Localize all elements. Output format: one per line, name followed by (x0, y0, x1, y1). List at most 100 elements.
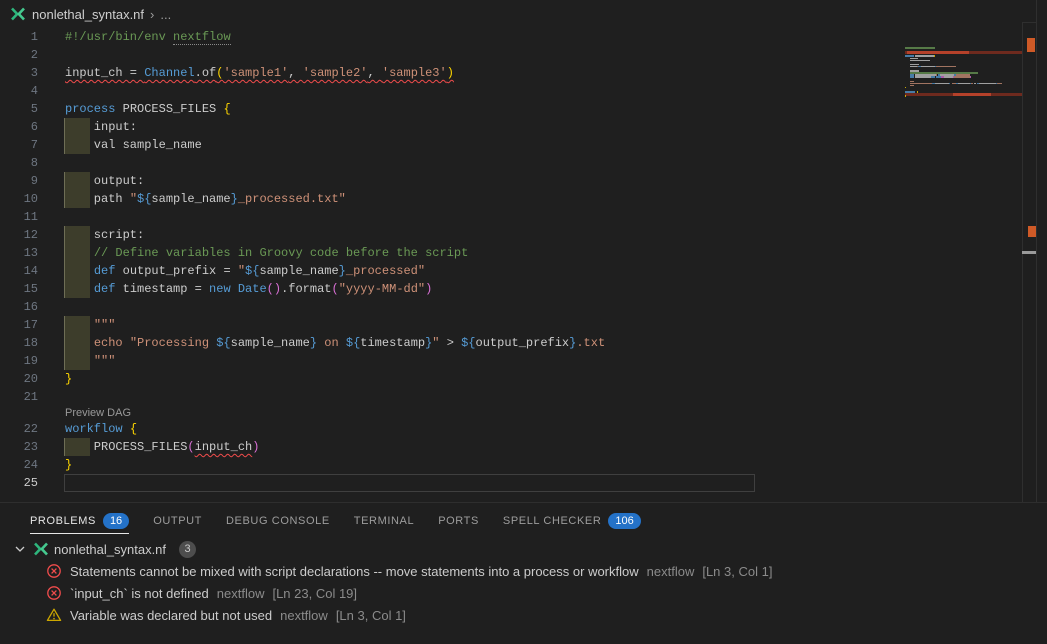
breadcrumb-ellipsis[interactable]: ... (160, 7, 171, 22)
line-number: 18 (0, 334, 38, 352)
problem-message: Variable was declared but not used (70, 608, 272, 623)
code-line[interactable]: 1#!/usr/bin/env nextflow (0, 28, 902, 46)
panel-tab-terminal[interactable]: TERMINAL (342, 503, 426, 538)
error-marker-line3[interactable] (1027, 38, 1035, 52)
line-content: path "${sample_name}_processed.txt" (38, 190, 902, 208)
line-content: input_ch = Channel.of('sample1', 'sample… (38, 64, 902, 82)
ruler-border-right (1036, 0, 1037, 502)
breadcrumb[interactable]: nonlethal_syntax.nf › ... (0, 0, 1047, 28)
tab-label: PROBLEMS (30, 515, 96, 527)
line-number: 8 (0, 154, 38, 172)
code-line[interactable]: 21 (0, 388, 902, 406)
problem-location: [Ln 3, Col 1] (336, 608, 406, 623)
cursor-position-marker (1022, 251, 1036, 254)
code-line[interactable]: 15 def timestamp = new Date().format("yy… (0, 280, 902, 298)
tab-label: DEBUG CONSOLE (226, 515, 330, 527)
problem-row[interactable]: `input_ch` is not definednextflow[Ln 23,… (0, 582, 1047, 604)
line-content: script: (38, 226, 902, 244)
panel-tab-debug-console[interactable]: DEBUG CONSOLE (214, 503, 342, 538)
code-line[interactable]: 4 (0, 82, 902, 100)
code-editor[interactable]: 1#!/usr/bin/env nextflow23input_ch = Cha… (0, 28, 1047, 502)
line-content (38, 474, 902, 492)
line-number: 12 (0, 226, 38, 244)
line-number: 11 (0, 208, 38, 226)
code-line[interactable]: 5process PROCESS_FILES { (0, 100, 902, 118)
line-content: PROCESS_FILES(input_ch) (38, 438, 902, 456)
code-line[interactable]: 3input_ch = Channel.of('sample1', 'sampl… (0, 64, 902, 82)
panel-tab-output[interactable]: OUTPUT (141, 503, 214, 538)
line-number: 22 (0, 420, 38, 438)
code-line[interactable]: 11 (0, 208, 902, 226)
code-line[interactable]: 9 output: (0, 172, 902, 190)
code-lines: 1#!/usr/bin/env nextflow23input_ch = Cha… (0, 28, 902, 492)
panel-tab-spell-checker[interactable]: SPELL CHECKER106 (491, 503, 653, 538)
vscode-window: nonlethal_syntax.nf › ... 1#!/usr/bin/en… (0, 0, 1047, 644)
line-number: 7 (0, 136, 38, 154)
code-line[interactable]: 13 // Define variables in Groovy code be… (0, 244, 902, 262)
code-line[interactable]: 7 val sample_name (0, 136, 902, 154)
codelens-preview-dag[interactable]: Preview DAG (38, 406, 131, 420)
line-number: 21 (0, 388, 38, 406)
line-number: 24 (0, 456, 38, 474)
line-number: 20 (0, 370, 38, 388)
ruler-border-left (1022, 22, 1023, 502)
tab-label: TERMINAL (354, 515, 414, 527)
line-content (38, 208, 902, 226)
code-line[interactable]: 25 (0, 474, 902, 492)
problem-row[interactable]: Statements cannot be mixed with script d… (0, 560, 1047, 582)
breadcrumb-filename[interactable]: nonlethal_syntax.nf (32, 7, 144, 22)
line-content: #!/usr/bin/env nextflow (38, 28, 902, 46)
line-number: 16 (0, 298, 38, 316)
problems-count-badge: 3 (179, 541, 196, 558)
line-content: output: (38, 172, 902, 190)
gutter (0, 406, 38, 420)
line-number: 25 (0, 474, 38, 492)
code-line[interactable]: 10 path "${sample_name}_processed.txt" (0, 190, 902, 208)
code-line[interactable]: 16 (0, 298, 902, 316)
line-content (38, 82, 902, 100)
problem-message: Statements cannot be mixed with script d… (70, 564, 639, 579)
line-number: 17 (0, 316, 38, 334)
problem-source: nextflow (280, 608, 328, 623)
code-line[interactable]: 20} (0, 370, 902, 388)
tab-label: PORTS (438, 515, 479, 527)
code-line[interactable]: 22workflow { (0, 420, 902, 438)
line-number: 1 (0, 28, 38, 46)
line-content (38, 46, 902, 64)
line-content: // Define variables in Groovy code befor… (38, 244, 902, 262)
line-content (38, 298, 902, 316)
code-line[interactable]: 8 (0, 154, 902, 172)
line-content: echo "Processing ${sample_name} on ${tim… (38, 334, 902, 352)
error-marker-line23[interactable] (1028, 226, 1036, 237)
code-line[interactable]: 17 """ (0, 316, 902, 334)
line-number: 19 (0, 352, 38, 370)
code-line[interactable]: 18 echo "Processing ${sample_name} on ${… (0, 334, 902, 352)
line-number: 6 (0, 118, 38, 136)
line-number: 4 (0, 82, 38, 100)
line-content: def timestamp = new Date().format("yyyy-… (38, 280, 902, 298)
problems-file-group[interactable]: nonlethal_syntax.nf 3 (0, 538, 1047, 560)
line-number: 9 (0, 172, 38, 190)
line-number: 23 (0, 438, 38, 456)
code-line[interactable]: 6 input: (0, 118, 902, 136)
chevron-down-icon[interactable] (12, 541, 28, 557)
code-line[interactable]: 12 script: (0, 226, 902, 244)
codelens-row[interactable]: Preview DAG (0, 406, 902, 420)
tab-label: SPELL CHECKER (503, 515, 601, 527)
code-line[interactable]: 14 def output_prefix = "${sample_name}_p… (0, 262, 902, 280)
problem-row[interactable]: Variable was declared but not used nextfl… (0, 604, 1047, 626)
code-line[interactable]: 19 """ (0, 352, 902, 370)
code-line[interactable]: 24} (0, 456, 902, 474)
breadcrumb-separator: › (150, 7, 154, 22)
nextflow-file-icon (33, 541, 49, 557)
line-number: 15 (0, 280, 38, 298)
error-icon (46, 563, 62, 579)
line-content: """ (38, 316, 902, 334)
code-line[interactable]: 2 (0, 46, 902, 64)
line-content: input: (38, 118, 902, 136)
panel-tab-problems[interactable]: PROBLEMS16 (18, 503, 141, 538)
line-content (38, 154, 902, 172)
panel-tab-ports[interactable]: PORTS (426, 503, 491, 538)
code-line[interactable]: 23 PROCESS_FILES(input_ch) (0, 438, 902, 456)
minimap[interactable] (905, 42, 1022, 512)
